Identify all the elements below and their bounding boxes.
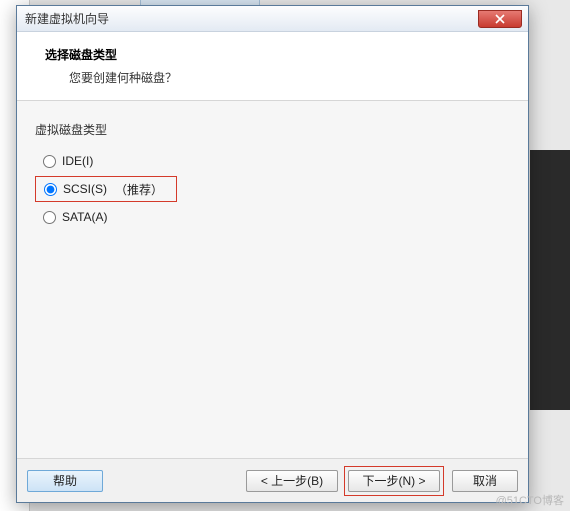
- radio-sata-label: SATA(A): [62, 210, 108, 224]
- radio-ide-input[interactable]: [43, 155, 56, 168]
- window-title: 新建虚拟机向导: [25, 10, 109, 27]
- disk-type-group-label: 虚拟磁盘类型: [35, 121, 510, 138]
- wizard-content: 虚拟磁盘类型 IDE(I) SCSI(S) （推荐） SATA(A): [17, 101, 528, 481]
- next-button-highlight: 下一步(N) >: [344, 466, 444, 496]
- recommended-label: （推荐）: [115, 181, 163, 198]
- new-vm-wizard-dialog: 新建虚拟机向导 选择磁盘类型 您要创建何种磁盘？ 虚拟磁盘类型 IDE(I) S…: [16, 5, 529, 503]
- close-icon: [495, 14, 505, 24]
- titlebar: 新建虚拟机向导: [17, 6, 528, 32]
- next-button[interactable]: 下一步(N) >: [348, 470, 440, 492]
- close-button[interactable]: [478, 10, 522, 28]
- radio-scsi-label: SCSI(S): [63, 182, 107, 196]
- watermark: @51CTO博客: [496, 492, 564, 508]
- back-button[interactable]: < 上一步(B): [246, 470, 338, 492]
- help-button[interactable]: 帮助: [27, 470, 103, 492]
- radio-option-scsi[interactable]: SCSI(S) （推荐）: [35, 176, 177, 202]
- wizard-heading-area: 选择磁盘类型 您要创建何种磁盘？: [17, 32, 528, 101]
- radio-option-ide[interactable]: IDE(I): [35, 148, 510, 174]
- cancel-button[interactable]: 取消: [452, 470, 518, 492]
- wizard-subheading: 您要创建何种磁盘？: [69, 69, 506, 86]
- wizard-button-bar: 帮助 < 上一步(B) 下一步(N) > 取消: [17, 458, 528, 502]
- radio-ide-label: IDE(I): [62, 154, 93, 168]
- radio-scsi-input[interactable]: [44, 183, 57, 196]
- radio-sata-input[interactable]: [43, 211, 56, 224]
- radio-option-sata[interactable]: SATA(A): [35, 204, 510, 230]
- wizard-heading: 选择磁盘类型: [45, 46, 506, 63]
- background-dark-panel: [530, 150, 570, 410]
